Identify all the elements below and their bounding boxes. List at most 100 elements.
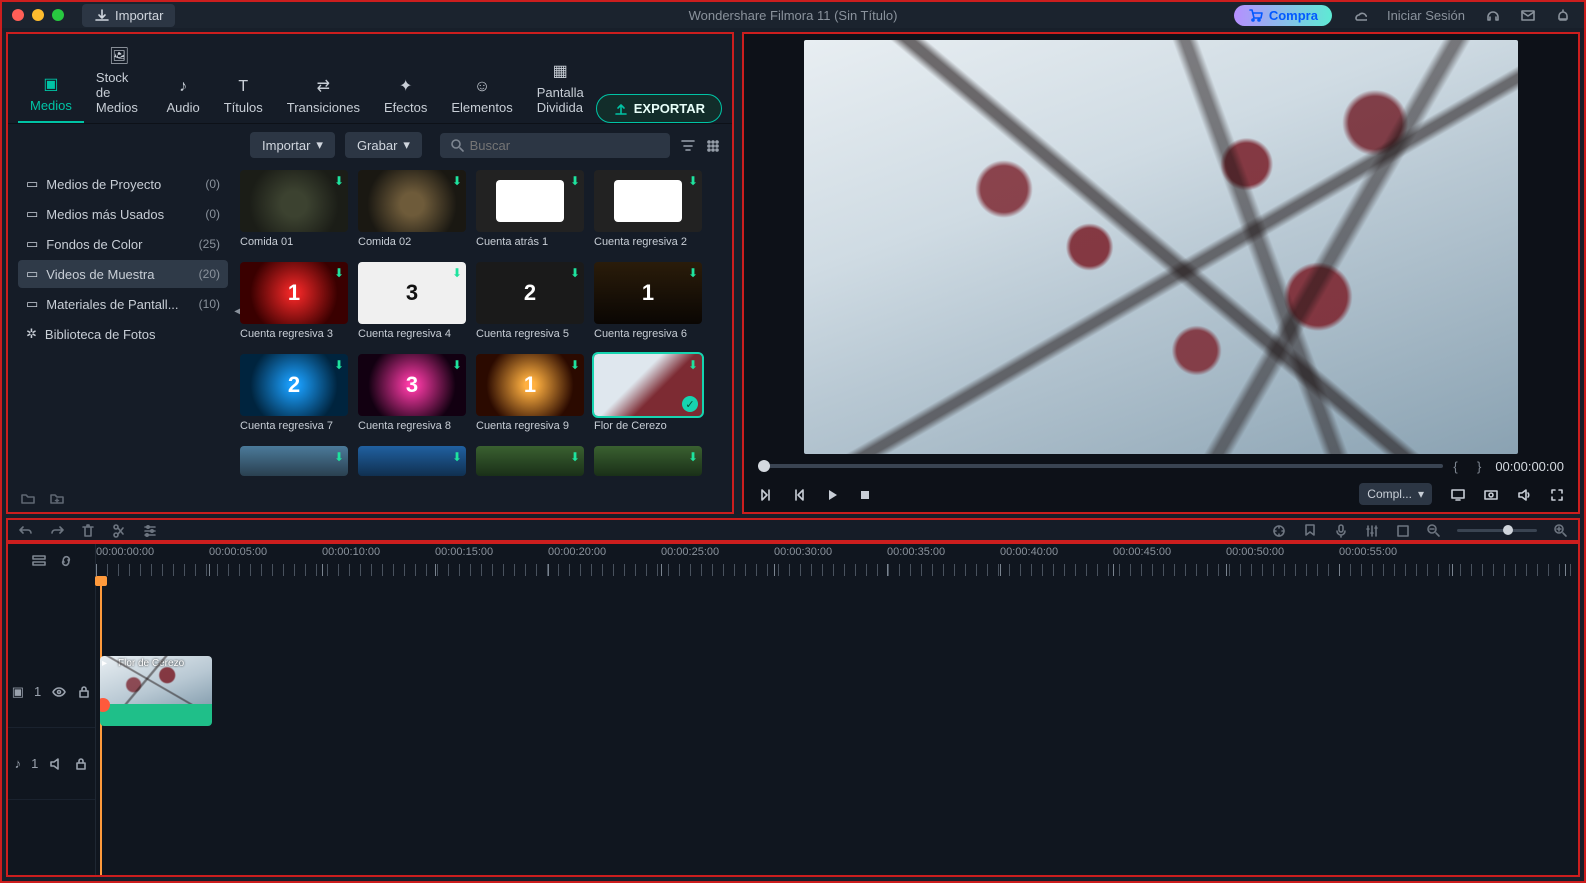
download-icon[interactable]: ⬇ [334, 358, 344, 372]
grid-view-icon[interactable] [705, 138, 720, 153]
download-icon[interactable]: ⬇ [570, 450, 580, 464]
download-icon[interactable]: ⬇ [334, 174, 344, 188]
login-link[interactable]: Iniciar Sesión [1387, 8, 1465, 23]
download-icon[interactable]: ⬇ [688, 266, 698, 280]
buy-button[interactable]: Compra [1234, 5, 1332, 26]
fullscreen-icon[interactable] [1549, 487, 1564, 502]
render-icon[interactable] [1271, 523, 1286, 538]
download-icon[interactable]: ⬇ [452, 266, 462, 280]
download-icon[interactable]: ⬇ [570, 266, 580, 280]
split-icon[interactable] [111, 523, 126, 538]
download-icon[interactable]: ⬇ [452, 450, 462, 464]
audio-mixer-icon[interactable] [1364, 523, 1379, 538]
new-folder-icon[interactable] [20, 491, 35, 506]
redo-icon[interactable] [49, 523, 64, 538]
download-icon[interactable]: ⬇ [570, 174, 580, 188]
range-brackets-icon[interactable]: { } [1453, 459, 1485, 474]
close-window-icon[interactable] [12, 9, 24, 21]
visibility-icon[interactable] [51, 684, 66, 699]
download-icon[interactable]: ⬇ [334, 266, 344, 280]
folder-icon[interactable] [49, 491, 64, 506]
sidebar-item-5[interactable]: ✲Biblioteca de Fotos [18, 320, 228, 348]
quality-dropdown[interactable]: Compl... ▾ [1359, 483, 1432, 505]
tab-transiciones[interactable]: ⇄Transiciones [275, 70, 372, 123]
step-back-icon[interactable] [758, 487, 773, 502]
mail-icon[interactable] [1520, 8, 1535, 23]
tab-efectos[interactable]: ✦Efectos [372, 70, 439, 123]
import-button[interactable]: Importar [82, 4, 175, 27]
crop-icon[interactable] [1395, 523, 1410, 538]
sidebar-item-1[interactable]: ▭Medios más Usados(0) [18, 200, 228, 228]
zoom-slider[interactable] [1457, 529, 1537, 532]
undo-icon[interactable] [18, 523, 33, 538]
search-input-wrapper[interactable] [440, 133, 670, 158]
download-icon[interactable]: ⬇ [334, 450, 344, 464]
scrubber-playhead[interactable] [758, 460, 770, 472]
zoom-in-icon[interactable] [1553, 523, 1568, 538]
tab-títulos[interactable]: TTítulos [212, 72, 275, 123]
monitor-icon[interactable] [1450, 487, 1465, 502]
media-thumb[interactable]: ⬇Comida 01 [240, 170, 348, 248]
tab-elementos[interactable]: ☺Elementos [439, 72, 524, 123]
export-button[interactable]: EXPORTAR [596, 94, 722, 123]
media-thumb[interactable]: ⬇1Cuenta regresiva 9 [476, 354, 584, 432]
time-ruler[interactable]: 00:00:00:0000:00:05:0000:00:10:0000:00:1… [96, 544, 1578, 576]
media-thumb[interactable]: ⬇1Cuenta atrás 1 [476, 170, 584, 248]
stop-icon[interactable] [857, 487, 872, 502]
media-thumb[interactable]: ⬇ [240, 446, 348, 476]
download-icon[interactable]: ⬇ [570, 358, 580, 372]
download-icon[interactable]: ⬇ [452, 358, 462, 372]
media-thumb[interactable]: ⬇2Cuenta regresiva 7 [240, 354, 348, 432]
download-icon[interactable]: ⬇ [688, 450, 698, 464]
cloud-icon[interactable] [1352, 8, 1367, 23]
tab-stock-de-medios[interactable]: 🖼Stock de Medios [84, 40, 155, 123]
download-icon[interactable]: ⬇ [688, 358, 698, 372]
timeline-mode-icon[interactable] [31, 553, 46, 568]
minimize-window-icon[interactable] [32, 9, 44, 21]
media-thumb[interactable]: ⬇1Cuenta regresiva 3 [240, 262, 348, 340]
lock-icon[interactable] [73, 756, 88, 771]
voiceover-icon[interactable] [1333, 523, 1348, 538]
record-dropdown[interactable]: Grabar ▾ [345, 132, 422, 158]
media-thumb[interactable]: ⬇3Cuenta regresiva 8 [358, 354, 466, 432]
media-thumb[interactable]: ⬇✓Flor de Cerezo [594, 354, 702, 432]
headset-icon[interactable] [1485, 8, 1500, 23]
step-forward-icon[interactable] [791, 487, 806, 502]
sidebar-item-2[interactable]: ▭Fondos de Color(25) [18, 230, 228, 258]
filter-icon[interactable] [680, 138, 695, 153]
download-icon[interactable]: ⬇ [452, 174, 462, 188]
import-dropdown[interactable]: Importar ▾ [250, 132, 335, 158]
mute-icon[interactable] [48, 756, 63, 771]
search-input[interactable] [470, 138, 660, 153]
snapshot-icon[interactable] [1483, 487, 1498, 502]
play-icon[interactable] [824, 487, 839, 502]
maximize-window-icon[interactable] [52, 9, 64, 21]
settings-icon[interactable] [142, 523, 157, 538]
sidebar-item-0[interactable]: ▭Medios de Proyecto(0) [18, 170, 228, 198]
media-thumb[interactable]: ⬇2Cuenta regresiva 5 [476, 262, 584, 340]
preview-viewport[interactable] [804, 40, 1518, 454]
tab-audio[interactable]: ♪Audio [154, 72, 211, 123]
media-thumb[interactable]: ⬇3Cuenta regresiva 2 [594, 170, 702, 248]
sidebar-item-4[interactable]: ▭Materiales de Pantall...(10) [18, 290, 228, 318]
notification-icon[interactable] [1555, 8, 1570, 23]
tab-pantalla-dividida[interactable]: ▦Pantalla Dividida [525, 55, 596, 123]
tracks-area[interactable]: ▸ Flor de Cerezo [96, 576, 1578, 875]
volume-icon[interactable] [1516, 487, 1531, 502]
preview-scrubber[interactable] [758, 464, 1443, 468]
zoom-out-icon[interactable] [1426, 523, 1441, 538]
marker-icon[interactable] [1302, 523, 1317, 538]
sidebar-item-3[interactable]: ▭Videos de Muestra(20) [18, 260, 228, 288]
timeline-clip[interactable]: ▸ Flor de Cerezo [100, 656, 212, 726]
lock-icon[interactable] [76, 684, 91, 699]
tab-medios[interactable]: ▣Medios [18, 68, 84, 123]
delete-icon[interactable] [80, 523, 95, 538]
download-icon[interactable]: ⬇ [688, 174, 698, 188]
link-icon[interactable] [58, 553, 73, 568]
media-thumb[interactable]: ⬇ [476, 446, 584, 476]
zoom-knob[interactable] [1503, 525, 1513, 535]
media-thumb[interactable]: ⬇ [594, 446, 702, 476]
media-thumb[interactable]: ⬇Comida 02 [358, 170, 466, 248]
media-thumb[interactable]: ⬇ [358, 446, 466, 476]
media-thumb[interactable]: ⬇3Cuenta regresiva 4 [358, 262, 466, 340]
